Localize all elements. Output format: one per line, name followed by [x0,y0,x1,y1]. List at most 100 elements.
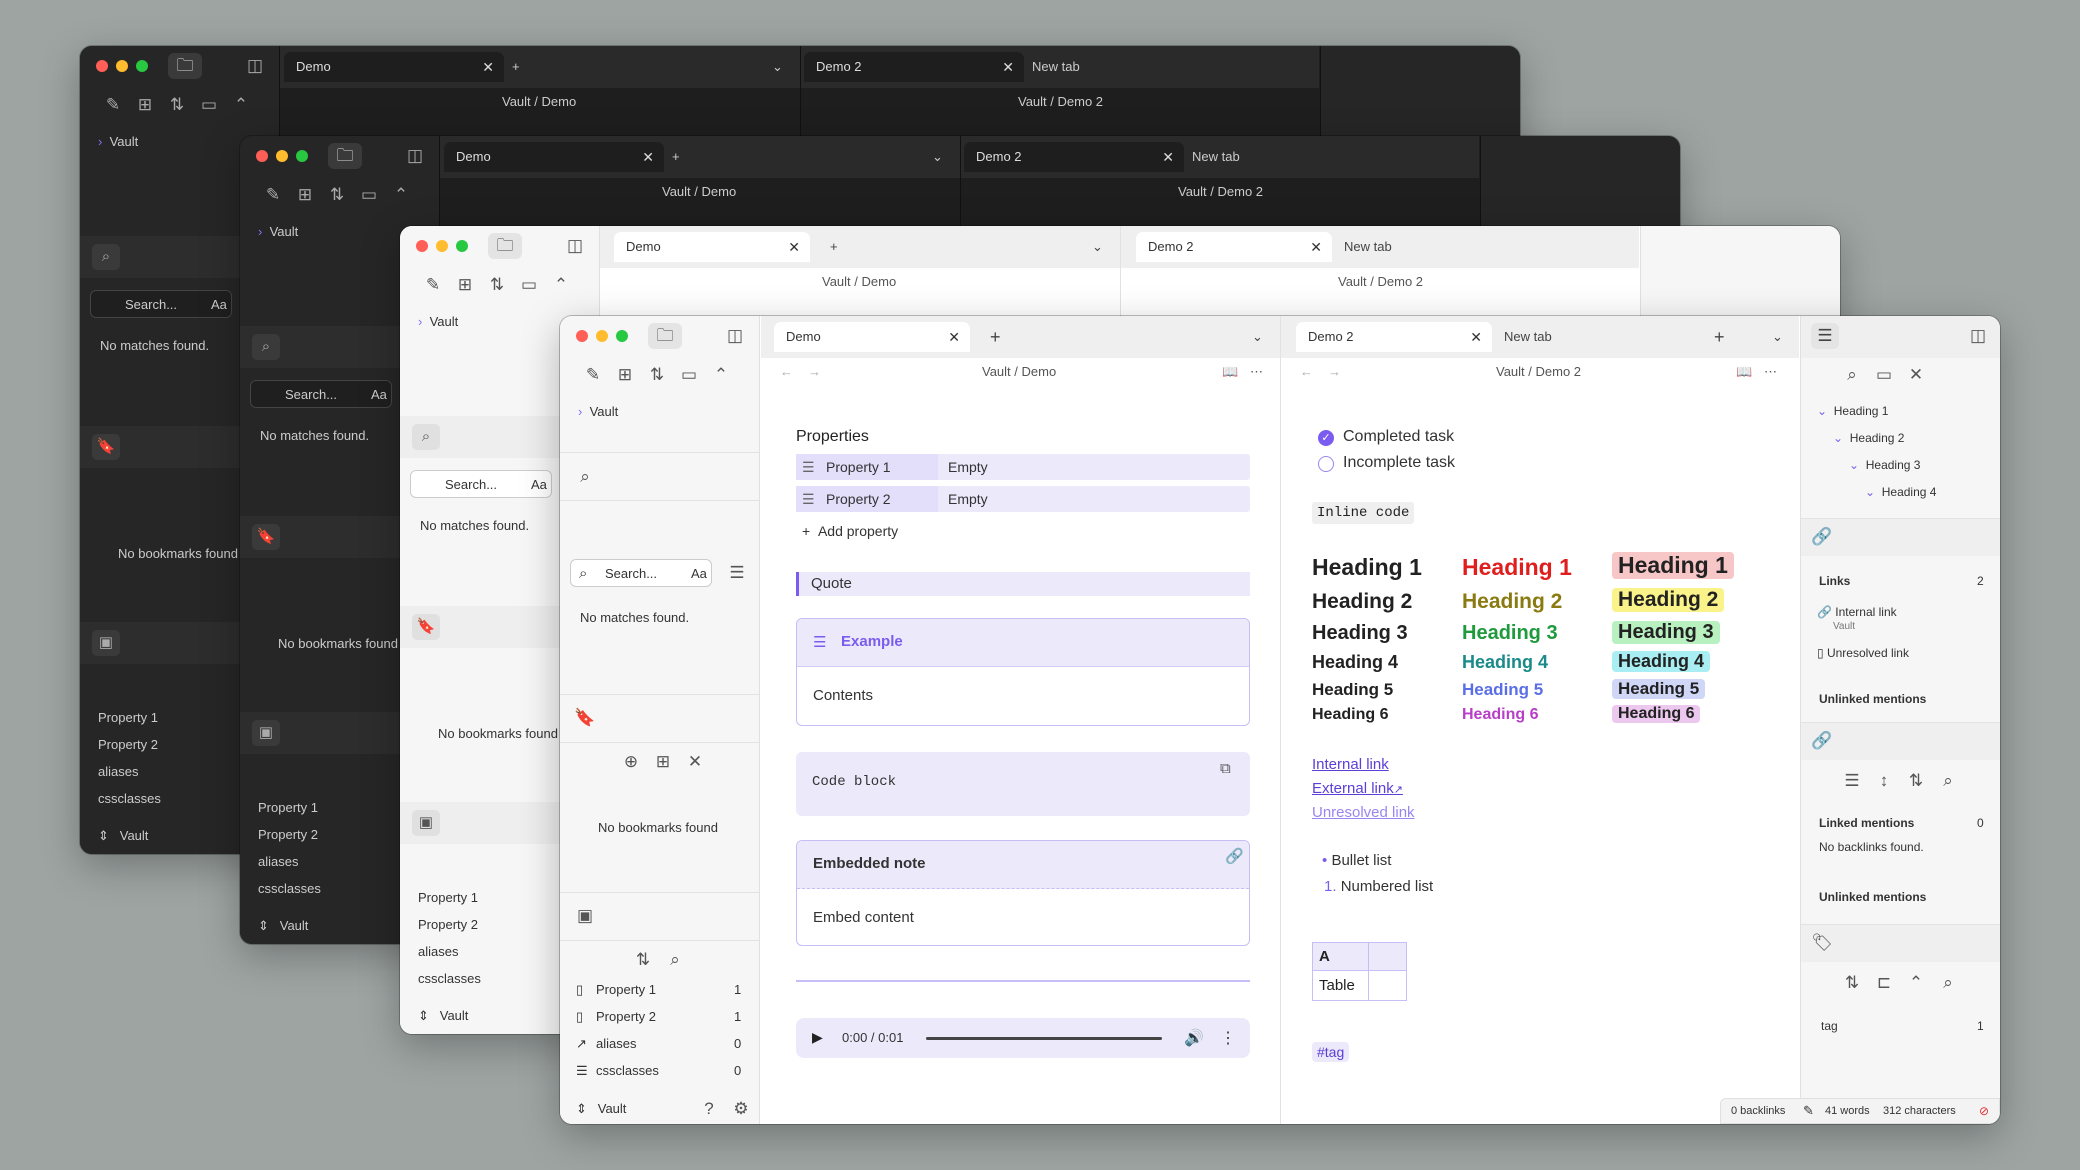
folder-icon[interactable]: 🗀 [168,53,202,79]
close-window-button[interactable] [576,330,588,342]
close-tab-icon[interactable]: ✕ [1470,322,1482,352]
forward-arrow-icon[interactable]: → [808,364,821,379]
back-arrow-icon[interactable]: ← [780,364,793,379]
tab-demo[interactable]: Demo ✕ [614,232,810,262]
tab-demo[interactable]: Demo ✕ [284,52,504,82]
search-icon[interactable]: ⌕ [1937,770,1959,792]
vault-folder[interactable]: › Vault [578,404,618,419]
backlinks-count[interactable]: 0 backlinks [1731,1099,1785,1123]
outgoing-link-unresolved[interactable]: ▯ Unresolved link [1817,646,1909,660]
search-icon[interactable]: ⌕ [664,949,686,971]
new-note-icon[interactable]: ✎ [262,184,284,206]
tab-new[interactable]: New tab [1032,46,1080,88]
sort-icon[interactable]: ⇅ [1841,972,1863,994]
collapse-icon[interactable]: ▭ [518,274,540,296]
unlinked-mentions-title[interactable]: Unlinked mentions [1819,692,1926,706]
reading-view-icon[interactable]: 📖 [1222,364,1238,380]
new-note-icon[interactable]: ✎ [582,364,604,386]
sidebar-toggle-icon[interactable]: ◫ [244,55,266,77]
search-settings-icon[interactable]: ☰ [726,562,748,584]
link-icon[interactable]: 🔗 [1225,847,1244,865]
match-case-toggle[interactable]: Aa [691,566,707,581]
sidebar-toggle-icon[interactable]: ◫ [1967,325,1989,347]
more-options-icon[interactable]: ⋮ [1220,1028,1236,1048]
forward-arrow-icon[interactable]: → [1328,364,1341,379]
bookmark-folder-icon[interactable]: ⊞ [652,751,674,773]
expand-all-icon[interactable]: ⌃ [710,364,732,386]
linked-mentions-title[interactable]: Linked mentions [1819,816,1914,830]
tag-row[interactable]: tag [1821,1019,1838,1033]
folder-icon[interactable]: 🗀 [328,143,362,169]
new-tab-button[interactable]: + [990,316,1001,358]
vault-folder[interactable]: › Vault [418,314,458,329]
back-arrow-icon[interactable]: ← [1300,364,1313,379]
new-tab-button[interactable]: + [672,136,680,178]
collapse-icon[interactable]: ✕ [684,751,706,773]
vault-switcher[interactable]: ⇕ Vault [576,1101,626,1117]
close-icon[interactable]: ✕ [1905,364,1927,386]
bookmark-icon[interactable]: 🔖 [574,707,596,729]
new-folder-icon[interactable]: ⊞ [134,94,156,116]
traffic-lights[interactable] [96,60,148,72]
collapse-all-icon[interactable]: ▭ [678,364,700,386]
volume-icon[interactable]: 🔊 [1184,1028,1204,1048]
property-row[interactable]: ☰ Property 2 Empty [796,486,1250,512]
archive-icon[interactable]: ▣ [92,630,120,656]
tab-demo2[interactable]: Demo 2 ✕ [964,142,1184,172]
external-link[interactable]: External link↗ [1312,780,1403,797]
more-options-icon[interactable]: ⋯ [1764,364,1777,380]
sidebar-toggle-icon[interactable]: ◫ [564,235,586,257]
expand-icon[interactable]: ⌃ [550,274,572,296]
chevron-down-icon[interactable]: ⌄ [1092,226,1103,268]
internal-link[interactable]: Internal link [1312,756,1389,773]
sort-icon[interactable]: ⇅ [326,184,348,206]
expand-icon[interactable]: ⌃ [1905,972,1927,994]
vault-switcher[interactable]: ⇕ Vault [258,918,308,934]
search-input[interactable]: Search... Aa [250,380,392,408]
outline-item[interactable]: ⌄ Heading 3 [1849,458,1920,472]
chevron-down-icon[interactable]: ⌄ [1772,316,1783,358]
sort-icon[interactable]: ⇅ [486,274,508,296]
play-icon[interactable]: ▶ [812,1029,823,1046]
chevron-down-icon[interactable]: ⌄ [932,136,943,178]
search-icon[interactable]: ⌕ [1937,972,1959,994]
sync-off-icon[interactable]: ⊘ [1979,1099,1989,1123]
unlinked-mentions-title[interactable]: Unlinked mentions [1819,890,1926,904]
tab-demo2[interactable]: Demo 2 ✕ [804,52,1024,82]
search-icon[interactable]: ⌕ [92,244,120,270]
traffic-lights[interactable] [576,330,628,342]
tab-demo2[interactable]: Demo 2 ✕ [1296,322,1492,352]
new-tab-button[interactable]: + [1714,316,1725,358]
archive-icon[interactable]: ▣ [252,720,280,746]
tab-new[interactable]: New tab [1344,226,1392,268]
new-tab-button[interactable]: + [830,226,838,268]
backlinks-icon[interactable]: 🔗 [1811,730,1833,752]
vault-switcher[interactable]: ⇕ Vault [98,828,148,844]
folder-icon[interactable]: 🗀 [648,323,682,349]
sort-icon[interactable]: ⇅ [632,949,654,971]
minimize-window-button[interactable] [596,330,608,342]
bookmark-add-icon[interactable]: ⊕ [620,751,642,773]
tab-demo2[interactable]: Demo 2 ✕ [1136,232,1332,262]
tab-new[interactable]: New tab [1504,316,1552,358]
outline-item[interactable]: ⌄ Heading 1 [1817,404,1888,418]
sort-icon[interactable]: ⇅ [1905,770,1927,792]
expand-icon[interactable]: ⌃ [390,184,412,206]
sort-icon[interactable]: ⇅ [646,364,668,386]
search-input[interactable]: Search... Aa [90,290,232,318]
collapse-icon[interactable]: ▭ [198,94,220,116]
close-tab-icon[interactable]: ✕ [948,322,960,352]
list-icon[interactable]: ☰ [1841,770,1863,792]
edit-icon[interactable]: ✎ [1803,1099,1814,1123]
new-folder-icon[interactable]: ⊞ [614,364,636,386]
unresolved-link[interactable]: Unresolved link [1312,804,1415,821]
bookmark-icon[interactable]: 🔖 [252,524,280,550]
vault-folder[interactable]: › Vault [258,224,298,239]
settings-icon[interactable]: ⚙ [730,1098,752,1120]
audio-scrubber[interactable] [926,1037,1162,1040]
nested-tags-icon[interactable]: ⊏ [1873,972,1895,994]
outline-item[interactable]: ⌄ Heading 4 [1865,485,1936,499]
new-note-icon[interactable]: ✎ [102,94,124,116]
folder-icon[interactable]: 🗀 [488,233,522,259]
new-folder-icon[interactable]: ⊞ [294,184,316,206]
